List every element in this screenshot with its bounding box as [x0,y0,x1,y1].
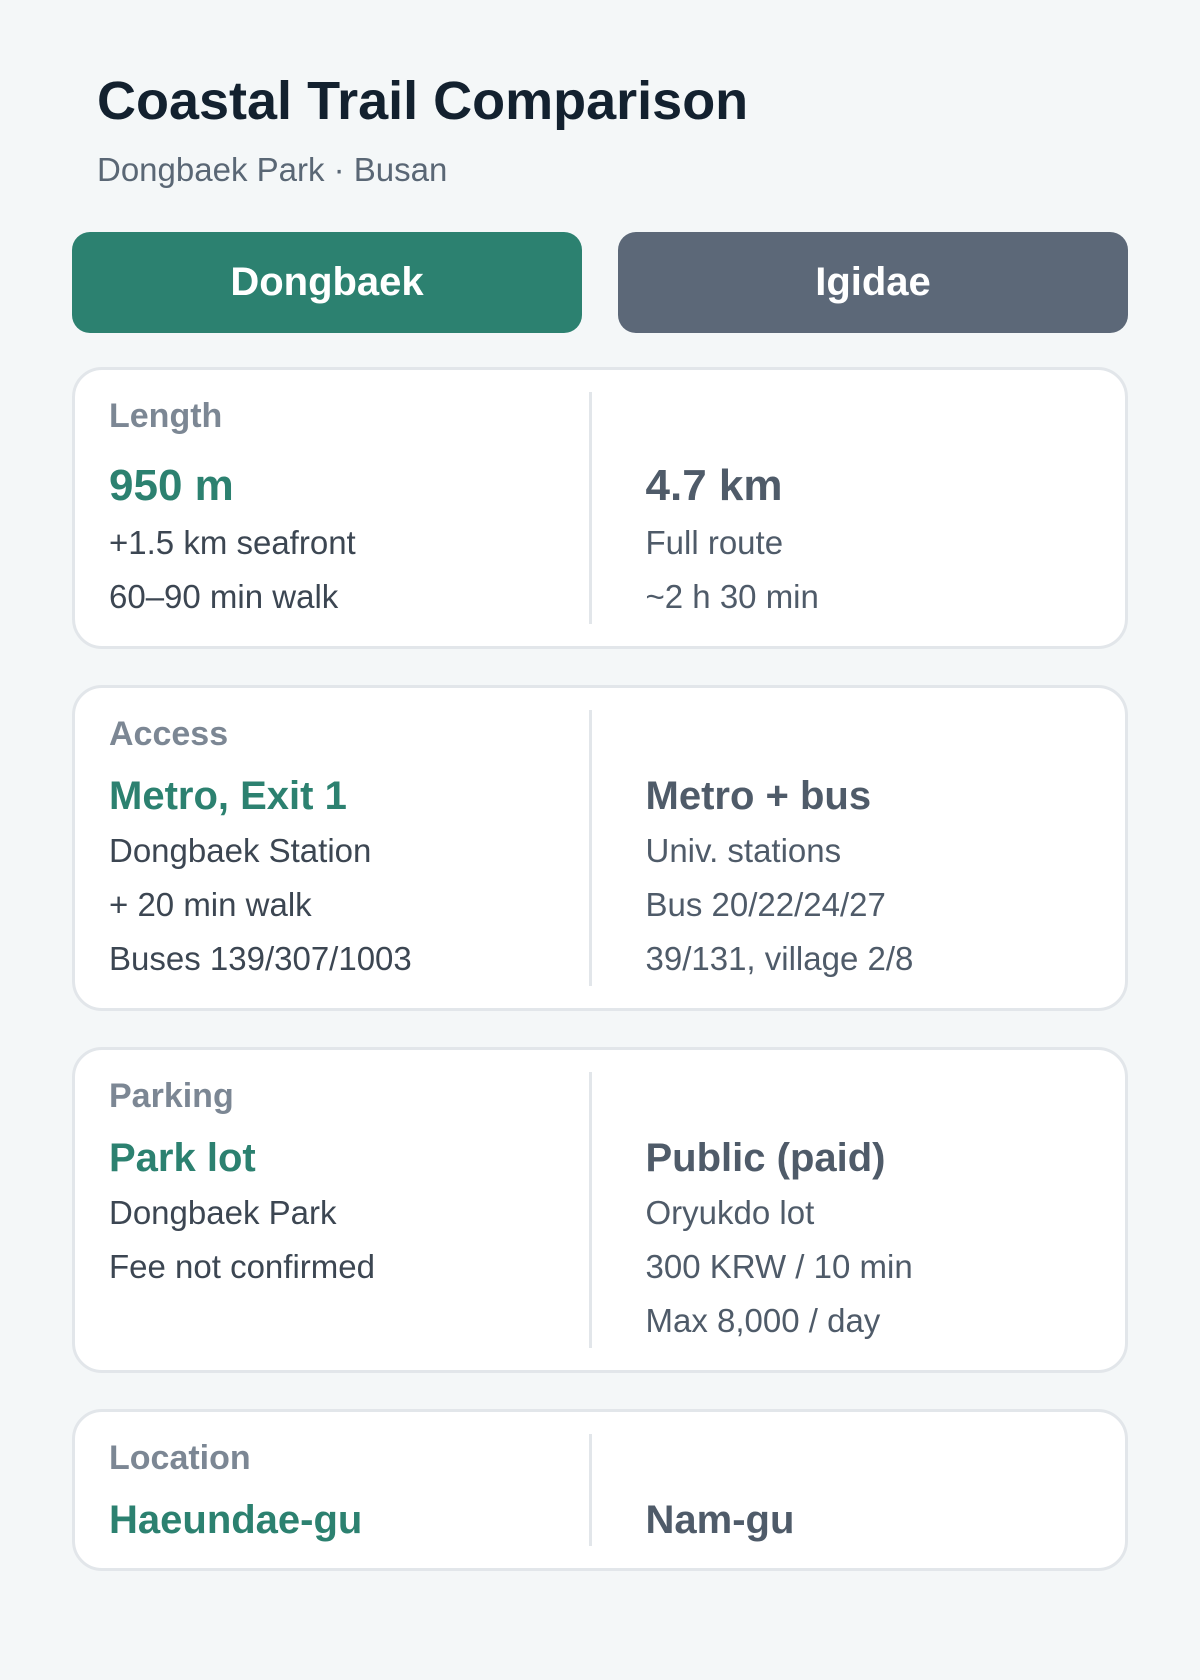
access-label: Access [109,715,229,753]
parking-igidae-line: 300 KRW / 10 min [645,1248,913,1285]
trail-tabs: Dongbaek Igidae [72,232,1128,333]
length-card: Length 950 m +1.5 km seafront 60–90 min … [72,367,1128,649]
access-igidae-line: Bus 20/22/24/27 [645,886,886,923]
length-igidae-line: ~2 h 30 min [645,578,819,615]
access-dongbaek-line: + 20 min walk [109,886,312,923]
location-label: Location [109,1439,251,1477]
location-dongbaek-value: Haeundae-gu [109,1498,363,1542]
parking-label: Parking [109,1077,234,1115]
parking-igidae-line: Max 8,000 / day [645,1302,881,1339]
page-subtitle: Dongbaek Park · Busan [97,151,448,188]
access-dongbaek-value: Metro, Exit 1 [109,774,347,818]
length-igidae-line: Full route [645,524,784,561]
parking-dongbaek: Parking Park lot Dongbaek Park Fee not c… [75,1050,589,1370]
parking-igidae: Public (paid) Oryukdo lot 300 KRW / 10 m… [592,1050,1126,1370]
location-igidae-value: Nam-gu [645,1498,795,1542]
access-igidae-line: Univ. stations [645,832,842,869]
location-card: Location Haeundae-gu Nam-gu [72,1409,1128,1571]
length-dongbaek-value: 950 m [109,461,234,510]
length-dongbaek: Length 950 m +1.5 km seafront 60–90 min … [75,370,589,646]
parking-card: Parking Park lot Dongbaek Park Fee not c… [72,1047,1128,1373]
location-igidae: Nam-gu [592,1412,1126,1568]
parking-dongbaek-line: Fee not confirmed [109,1248,375,1285]
length-igidae: 4.7 km Full route ~2 h 30 min [592,370,1126,646]
access-igidae-value: Metro + bus [645,774,872,818]
access-dongbaek-line: Dongbaek Station [109,832,372,869]
length-dongbaek-line: 60–90 min walk [109,578,339,615]
parking-dongbaek-value: Park lot [109,1136,256,1180]
access-dongbaek-line: Buses 139/307/1003 [109,940,412,977]
tab-igidae[interactable]: Igidae [618,232,1128,333]
parking-igidae-line: Oryukdo lot [645,1194,815,1231]
parking-igidae-value: Public (paid) [645,1136,886,1180]
length-dongbaek-line: +1.5 km seafront [109,524,356,561]
tab-dongbaek[interactable]: Dongbaek [72,232,582,333]
length-igidae-value: 4.7 km [645,461,783,510]
access-dongbaek: Access Metro, Exit 1 Dongbaek Station + … [75,688,589,1008]
access-igidae: Metro + bus Univ. stations Bus 20/22/24/… [592,688,1126,1008]
comparison-page: Coastal Trail Comparison Dongbaek Park ·… [0,0,1200,1680]
page-title: Coastal Trail Comparison [97,71,749,131]
length-label: Length [109,397,223,435]
access-card: Access Metro, Exit 1 Dongbaek Station + … [72,685,1128,1011]
parking-dongbaek-line: Dongbaek Park [109,1194,337,1231]
location-dongbaek: Location Haeundae-gu [75,1412,589,1568]
access-igidae-line: 39/131, village 2/8 [645,940,914,977]
